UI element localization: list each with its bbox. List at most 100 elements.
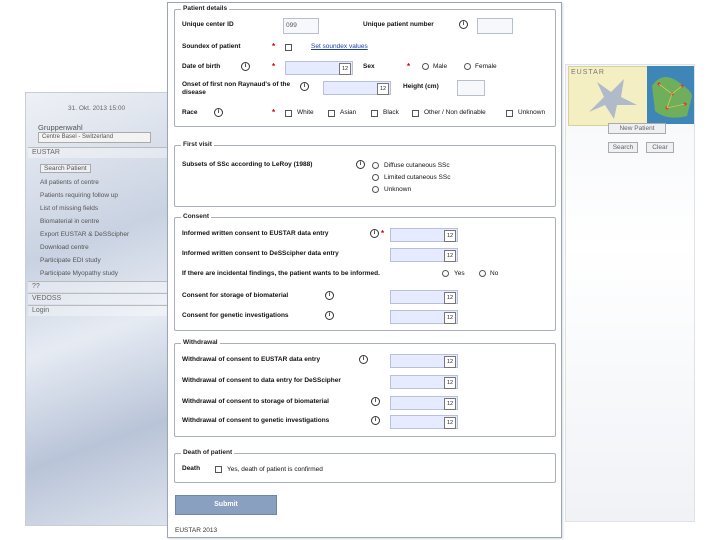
withdrawal-desscipher-label: Withdrawal of consent to data entry for … — [182, 377, 341, 384]
search-patient-item[interactable]: Search Patient — [40, 164, 91, 173]
menu-item[interactable]: All patients of centre — [40, 179, 99, 186]
race-label: Race — [182, 109, 198, 116]
race-white-checkbox[interactable] — [285, 110, 292, 117]
info-icon[interactable]: i — [325, 291, 334, 300]
info-icon[interactable]: i — [359, 355, 368, 364]
death-option-label: Yes, death of patient is confirmed — [227, 466, 323, 473]
sex-male-label: Male — [433, 63, 448, 70]
withdrawal-genetic-label: Withdrawal of consent to genetic investi… — [182, 417, 330, 424]
required-mark: * — [381, 229, 385, 238]
menu-item[interactable]: Export EUSTAR & DeSScipher — [40, 231, 129, 238]
calendar-icon[interactable]: 12 — [444, 356, 456, 368]
race-black-checkbox[interactable] — [371, 110, 378, 117]
calendar-icon[interactable]: 12 — [444, 398, 456, 410]
withdrawal-desscipher-date-input[interactable]: 12 — [390, 375, 458, 389]
subset-diffuse-radio[interactable] — [372, 162, 379, 169]
unique-patient-number-input[interactable] — [477, 18, 513, 34]
patient-details-section: Patient details Unique center ID 099 Uni… — [174, 5, 556, 127]
subsets-label: Subsets of SSc according to LeRoy (1988) — [182, 161, 313, 168]
group-label: Gruppenwahl — [38, 123, 83, 132]
menu-item[interactable]: Patients requiring follow up — [40, 192, 118, 199]
race-unknown-checkbox[interactable] — [506, 110, 513, 117]
menu-item[interactable]: Biomaterial in centre — [40, 218, 99, 225]
info-icon[interactable]: i — [356, 160, 365, 169]
dob-input[interactable]: 12 — [285, 61, 353, 75]
info-icon[interactable]: i — [370, 229, 379, 238]
height-input[interactable] — [457, 80, 485, 96]
incidental-yes-label: Yes — [454, 270, 465, 277]
calendar-icon[interactable]: 12 — [377, 83, 389, 95]
group-select[interactable]: Centre Basel - Switzerland — [38, 132, 151, 143]
withdrawal-eustar-date-input[interactable]: 12 — [390, 354, 458, 368]
sex-male-radio[interactable] — [422, 63, 429, 70]
withdrawal-legend: Withdrawal — [181, 339, 220, 346]
calendar-icon[interactable]: 12 — [444, 250, 456, 262]
set-soundex-link[interactable]: Set soundex values — [311, 43, 368, 50]
date-text: 31. Okt. 2013 15:00 — [68, 105, 126, 112]
calendar-icon[interactable]: 12 — [444, 377, 456, 389]
menu-item[interactable]: Participate EDI study — [40, 257, 101, 264]
calendar-icon[interactable]: 12 — [444, 417, 456, 429]
race-asian-checkbox[interactable] — [328, 110, 335, 117]
subset-limited-radio[interactable] — [372, 174, 379, 181]
section-other[interactable]: ?? — [28, 281, 172, 292]
withdrawal-genetic-date-input[interactable]: 12 — [390, 415, 458, 429]
info-icon[interactable]: i — [459, 20, 468, 29]
soundex-checkbox[interactable] — [285, 44, 292, 51]
info-icon[interactable]: i — [371, 416, 380, 425]
calendar-icon[interactable]: 12 — [339, 63, 351, 75]
incidental-no-radio[interactable] — [479, 270, 486, 277]
section-login[interactable]: Login — [28, 305, 172, 316]
required-mark: * — [272, 108, 276, 117]
withdrawal-storage-date-input[interactable]: 12 — [390, 396, 458, 410]
sex-female-radio[interactable] — [464, 63, 471, 70]
dob-label: Date of birth — [182, 63, 221, 70]
sex-female-label: Female — [475, 63, 497, 70]
unique-center-id-label: Unique center ID — [182, 21, 234, 28]
info-icon[interactable]: i — [241, 62, 250, 71]
info-icon[interactable]: i — [214, 108, 223, 117]
incidental-yes-radio[interactable] — [442, 270, 449, 277]
first-visit-section: First visit Subsets of SSc according to … — [174, 141, 556, 207]
race-asian-label: Asian — [340, 109, 357, 116]
menu-item[interactable]: Participate Myopathy study — [40, 270, 118, 277]
subset-unknown-radio[interactable] — [372, 186, 379, 193]
clear-button[interactable]: Clear — [646, 142, 674, 153]
unique-center-id-input[interactable]: 099 — [283, 18, 319, 34]
death-checkbox[interactable] — [215, 466, 222, 473]
consent-storage-date-input[interactable]: 12 — [390, 290, 458, 304]
section-eustar[interactable]: EUSTAR — [28, 147, 172, 158]
race-unknown-label: Unknown — [518, 109, 546, 116]
info-icon[interactable]: i — [371, 397, 380, 406]
info-icon[interactable]: i — [300, 82, 309, 91]
onset-input[interactable]: 12 — [323, 81, 391, 95]
death-label: Death — [182, 465, 201, 472]
withdrawal-eustar-label: Withdrawal of consent to EUSTAR data ent… — [182, 356, 321, 363]
search-button[interactable]: Search — [608, 142, 638, 153]
subset-diffuse-label: Diffuse cutaneous SSc — [384, 162, 450, 169]
new-patient-button[interactable]: New Patient — [608, 123, 666, 134]
eustar-logo: EUSTAR — [568, 66, 648, 126]
consent-genetic-label: Consent for genetic investigations — [182, 312, 289, 319]
menu-item[interactable]: Download centre — [40, 244, 89, 251]
menu-item[interactable]: List of missing fields — [40, 205, 98, 212]
submit-button[interactable]: Submit — [175, 495, 277, 515]
section-vedoss[interactable]: VEDOSS — [28, 293, 172, 304]
calendar-icon[interactable]: 12 — [444, 292, 456, 304]
consent-eustar-label: Informed written consent to EUSTAR data … — [182, 230, 329, 237]
sex-label: Sex — [363, 63, 375, 70]
unique-patient-number-label: Unique patient number — [363, 21, 434, 28]
info-icon[interactable]: i — [325, 311, 334, 320]
required-mark: * — [272, 42, 276, 51]
background-window: 31. Okt. 2013 15:00 Gruppenwahl Centre B… — [25, 92, 172, 526]
onset-label: Onset of first non Raynaud's of the dise… — [182, 81, 291, 96]
footer-text: EUSTAR 2013 — [175, 527, 218, 534]
consent-desscipher-date-input[interactable]: 12 — [390, 248, 458, 262]
calendar-icon[interactable]: 12 — [444, 230, 456, 242]
consent-genetic-date-input[interactable]: 12 — [390, 310, 458, 324]
subset-limited-label: Limited cutaneous SSc — [384, 174, 451, 181]
calendar-icon[interactable]: 12 — [444, 312, 456, 324]
required-mark: * — [407, 62, 411, 71]
race-other-checkbox[interactable] — [412, 110, 419, 117]
consent-eustar-date-input[interactable]: 12 — [390, 228, 458, 242]
